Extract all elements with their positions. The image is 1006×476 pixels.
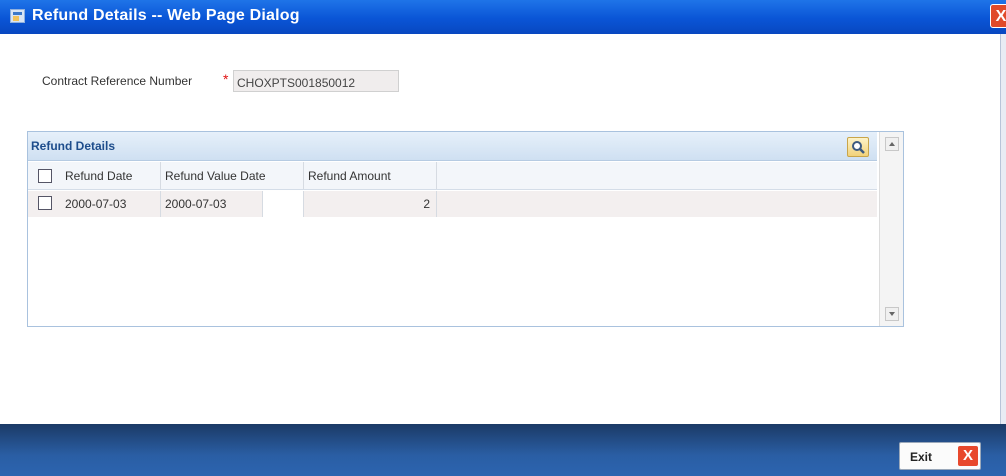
window-close-button[interactable]: X [990,4,1006,28]
required-marker: * [223,71,229,87]
row-checkbox-cell [28,191,61,217]
refund-details-panel: Refund Details Refund Date Refund Value … [27,131,904,327]
table-row[interactable]: 2000-07-03 2000-07-03 2 [28,191,877,217]
header-checkbox-cell [28,162,61,189]
column-header-refund-amount[interactable]: Refund Amount [304,162,437,189]
search-button[interactable] [847,137,869,157]
footer-bar [0,424,1006,476]
window-frame-right [1000,34,1006,444]
contract-ref-input[interactable] [233,70,399,92]
exit-button[interactable]: Exit X [899,442,981,470]
vertical-scrollbar[interactable] [879,132,903,326]
row-filler [437,191,877,217]
contract-ref-label: Contract Reference Number [42,74,193,88]
panel-title: Refund Details [31,139,116,153]
exit-label: Exit [910,450,933,464]
dialog-icon [10,9,25,23]
cell-refund-amount[interactable]: 2 [304,191,437,217]
header-filler [437,162,877,189]
column-header-refund-value-date[interactable]: Refund Value Date [161,162,304,189]
close-icon: X [958,446,978,466]
scroll-up-icon[interactable] [885,137,899,151]
title-bar: Refund Details -- Web Page Dialog X [0,0,1006,34]
cell-spacer [263,191,304,217]
column-header-refund-date[interactable]: Refund Date [61,162,161,189]
window-title: Refund Details -- Web Page Dialog [32,7,300,24]
search-icon [852,141,865,154]
row-checkbox[interactable] [38,196,52,210]
select-all-checkbox[interactable] [38,169,52,183]
panel-header: Refund Details [28,132,877,161]
cell-refund-value-date[interactable]: 2000-07-03 [161,191,263,217]
scroll-down-icon[interactable] [885,307,899,321]
grid-header-row: Refund Date Refund Value Date Refund Amo… [28,162,877,190]
cell-refund-date[interactable]: 2000-07-03 [61,191,161,217]
